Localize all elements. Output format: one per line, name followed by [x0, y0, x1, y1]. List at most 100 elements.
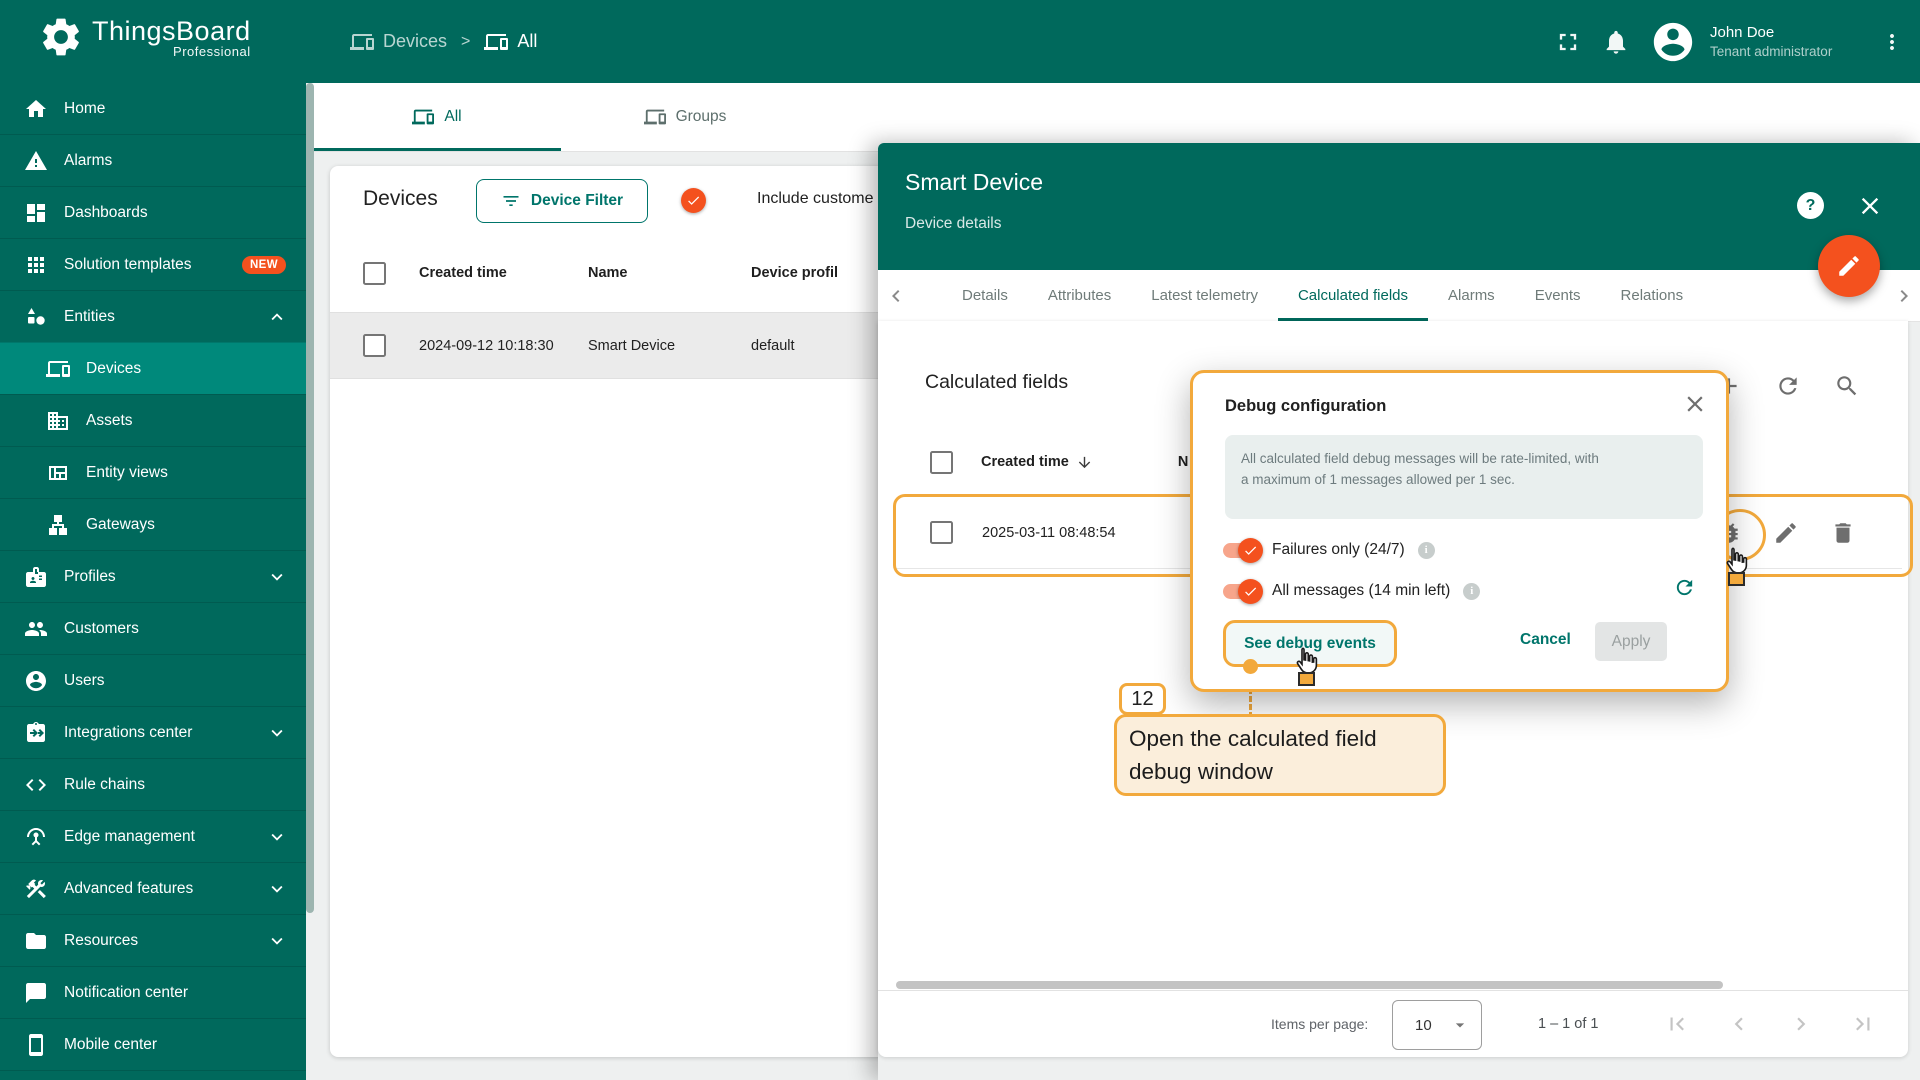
user-role: Tenant administrator — [1710, 43, 1833, 59]
popup-close-icon[interactable] — [1682, 391, 1708, 417]
profiles-icon — [24, 565, 48, 589]
resources-icon — [24, 929, 48, 953]
cf-select-all-checkbox[interactable] — [930, 450, 953, 474]
items-per-page-select[interactable]: 10 — [1392, 1000, 1482, 1050]
tab-all[interactable]: All — [313, 83, 561, 151]
cf-column-name[interactable]: N — [1178, 454, 1188, 470]
cf-created-time: 2025-03-11 08:48:54 — [982, 524, 1116, 541]
devices-card-title: Devices — [363, 187, 438, 210]
last-page-icon[interactable] — [1850, 1011, 1876, 1037]
sidebar-item-resources[interactable]: Resources — [0, 914, 306, 966]
cancel-button[interactable]: Cancel — [1520, 631, 1571, 649]
assets-icon — [46, 409, 70, 433]
edit-row-icon[interactable] — [1773, 520, 1799, 546]
sidebar-item-home[interactable]: Home — [0, 83, 306, 134]
breadcrumb-separator: > — [461, 32, 471, 50]
customers-icon — [24, 617, 48, 641]
sidebar-item-alarms[interactable]: Alarms — [0, 134, 306, 186]
select-caret-icon — [1450, 1015, 1470, 1035]
thingsboard-app: ThingsBoard Professional Devices > All Joh… — [0, 0, 1920, 1080]
logo-subtitle: Professional — [173, 43, 251, 59]
sidebar-item-users[interactable]: Users — [0, 654, 306, 706]
sidebar-item-customers[interactable]: Customers — [0, 602, 306, 654]
drawer-tab-alarms[interactable]: Alarms — [1428, 270, 1515, 321]
logo[interactable]: ThingsBoard Professional — [38, 14, 251, 60]
prev-page-icon[interactable] — [1726, 1011, 1752, 1037]
fullscreen-icon[interactable] — [1554, 28, 1582, 56]
sidebar-scrollbar[interactable] — [306, 83, 314, 913]
drawer-tab-events[interactable]: Events — [1515, 270, 1601, 321]
entities-icon — [24, 305, 48, 329]
popup-title: Debug configuration — [1225, 397, 1387, 415]
tabs-scroll-left-icon[interactable] — [884, 284, 908, 308]
sidebar-item-solution-templates[interactable]: Solution templates NEW — [0, 238, 306, 290]
pencil-icon — [1836, 253, 1862, 279]
breadcrumb-all[interactable]: All — [484, 30, 537, 54]
drawer-tab-calculated-fields[interactable]: Calculated fields — [1277, 270, 1429, 321]
info-icon[interactable]: i — [1463, 582, 1481, 600]
breadcrumb-devices[interactable]: Devices — [350, 30, 447, 54]
column-name[interactable]: Name — [588, 265, 751, 281]
drawer-tab-attributes[interactable]: Attributes — [1028, 270, 1131, 321]
failures-only-toggle[interactable] — [1223, 537, 1263, 563]
device-filter-button[interactable]: Device Filter — [476, 179, 648, 223]
sidebar-item-integrations-center[interactable]: Integrations center — [0, 706, 306, 758]
kebab-menu-icon[interactable] — [1880, 28, 1904, 56]
alarms-icon — [24, 149, 48, 173]
edit-fab-button[interactable] — [1818, 235, 1880, 297]
info-icon[interactable]: i — [1417, 541, 1435, 559]
cf-column-created-time[interactable]: Created time — [981, 454, 1093, 471]
sidebar-item-edge-management[interactable]: Edge management — [0, 810, 306, 862]
sidebar-item-profiles[interactable]: Profiles — [0, 550, 306, 602]
select-all-checkbox[interactable] — [363, 261, 386, 285]
device-created-time: 2024-09-12 10:18:30 — [419, 337, 554, 354]
close-icon[interactable] — [1856, 192, 1884, 220]
tabs-scroll-right-icon[interactable] — [1892, 284, 1916, 308]
sidebar-item-dashboards[interactable]: Dashboards — [0, 186, 306, 238]
top-bar: ThingsBoard Professional Devices > All Joh… — [0, 0, 1920, 83]
cf-row-checkbox[interactable] — [930, 521, 953, 544]
drawer-tab-latest-telemetry[interactable]: Latest telemetry — [1131, 270, 1278, 321]
sidebar-item-gateways[interactable]: Gateways — [0, 498, 306, 550]
sidebar-item-assets[interactable]: Assets — [0, 394, 306, 446]
entity-views-icon — [46, 461, 70, 485]
row-checkbox[interactable] — [363, 334, 386, 357]
help-icon[interactable]: ? — [1797, 192, 1824, 219]
horizontal-scrollbar[interactable] — [896, 981, 1723, 989]
annotation-connector-dot — [1243, 659, 1258, 674]
logo-title: ThingsBoard — [92, 15, 251, 46]
include-customers-label: Include custome — [757, 190, 874, 207]
all-messages-toggle[interactable] — [1223, 578, 1263, 604]
devices-icon — [643, 106, 666, 128]
reset-timer-icon[interactable] — [1673, 576, 1696, 599]
column-created-time[interactable]: Created time — [419, 265, 588, 281]
calculated-fields-title: Calculated fields — [925, 371, 1069, 393]
search-icon[interactable] — [1834, 373, 1860, 399]
drawer-tab-relations[interactable]: Relations — [1601, 270, 1704, 321]
sidebar-item-advanced-features[interactable]: Advanced features — [0, 862, 306, 914]
sidebar-item-api-usage[interactable]: API usage — [0, 1070, 306, 1080]
drawer-subtitle: Device details — [905, 215, 1002, 232]
sidebar-item-entities[interactable]: Entities — [0, 290, 306, 342]
apply-button: Apply — [1595, 622, 1667, 661]
user-info[interactable]: John Doe Tenant administrator — [1710, 23, 1860, 61]
user-name: John Doe — [1710, 23, 1775, 41]
advanced-features-icon — [24, 877, 48, 901]
notifications-bell-icon[interactable] — [1602, 28, 1630, 56]
chevron-down-icon — [266, 722, 288, 744]
drawer-tab-details[interactable]: Details — [942, 270, 1028, 321]
sidebar-item-mobile-center[interactable]: Mobile center — [0, 1018, 306, 1070]
sidebar-item-entity-views[interactable]: Entity views — [0, 446, 306, 498]
avatar[interactable] — [1650, 19, 1696, 65]
refresh-icon[interactable] — [1775, 373, 1801, 399]
sidebar-item-rule-chains[interactable]: Rule chains — [0, 758, 306, 810]
first-page-icon[interactable] — [1664, 1011, 1690, 1037]
users-icon — [24, 669, 48, 693]
sidebar-item-devices[interactable]: Devices — [0, 342, 306, 394]
tab-groups[interactable]: Groups — [561, 83, 809, 151]
thingsboard-logo-icon — [38, 14, 84, 60]
sidebar-item-notification-center[interactable]: Notification center — [0, 966, 306, 1018]
next-page-icon[interactable] — [1788, 1011, 1814, 1037]
delete-row-icon[interactable] — [1830, 520, 1856, 546]
dashboards-icon — [24, 201, 48, 225]
